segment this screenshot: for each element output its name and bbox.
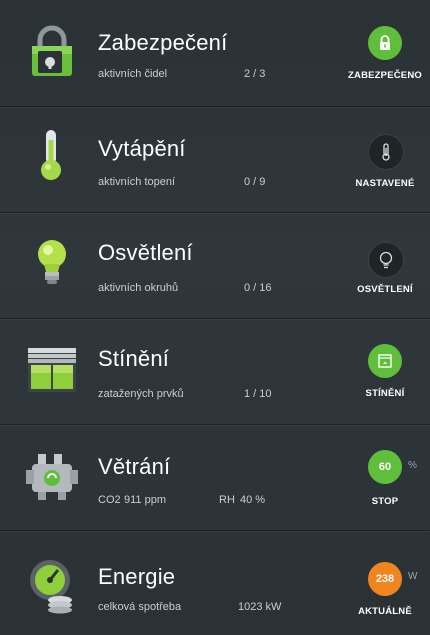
row-value: 0 / 9	[244, 176, 266, 188]
row-title: Zabezpečení	[98, 30, 228, 55]
state-label: AKTUÁLNĚ	[358, 606, 412, 617]
row-shading[interactable]: Stínění zatažených prvků 1 / 10 STÍNĚNÍ	[0, 318, 430, 425]
energy-current-button[interactable]: 238	[368, 562, 402, 596]
row-title: Vytápění	[98, 136, 186, 161]
energy-meter-icon	[30, 560, 72, 614]
window-icon	[378, 354, 392, 368]
thermometer-icon	[382, 143, 390, 161]
row-title: Osvětlení	[98, 240, 193, 265]
rh-label: RH	[219, 494, 235, 506]
row-subtitle: aktivních okruhů	[98, 282, 179, 294]
row-subtitle: aktivních topení	[98, 176, 176, 188]
row-subtitle: aktivních čidel	[98, 68, 168, 80]
ventilation-level-button[interactable]: 60	[368, 450, 402, 484]
row-value: 1023 kW	[238, 601, 282, 613]
lightbulb-icon	[38, 240, 66, 284]
co2-label: CO2	[98, 494, 121, 506]
thermometer-icon	[41, 130, 61, 180]
state-label: ZABEZPEČENO	[348, 70, 422, 81]
security-state-button[interactable]	[368, 26, 402, 60]
state-label: OSVĚTLENÍ	[357, 284, 413, 295]
rh-value: 40 %	[240, 494, 266, 506]
row-ventilation[interactable]: Větrání CO2 911 ppm RH 40 % 60 % STOP	[0, 424, 430, 531]
row-value: 2 / 3	[244, 68, 266, 80]
blinds-icon	[28, 348, 76, 392]
row-lighting[interactable]: Osvětlení aktivních okruhů 0 / 16 OSVĚTL…	[0, 212, 430, 319]
co2-value: 911 ppm	[124, 494, 166, 506]
energy-unit: W	[408, 571, 418, 582]
shading-state-button[interactable]	[368, 344, 402, 378]
row-title: Energie	[98, 564, 176, 589]
row-heating[interactable]: Vytápění aktivních topení 0 / 9 NASTAVEN…	[0, 106, 430, 213]
padlock-icon	[32, 25, 72, 76]
row-subtitle: celková spotřeba	[98, 601, 182, 613]
row-title: Větrání	[98, 454, 171, 479]
ventilation-unit: %	[408, 460, 417, 471]
row-value: 0 / 16	[244, 282, 272, 294]
state-label: NASTAVENÉ	[355, 178, 415, 189]
lightbulb-icon	[379, 251, 393, 269]
row-title: Stínění	[98, 346, 170, 371]
row-subtitle: zatažených prvků	[98, 388, 184, 400]
row-value: 1 / 10	[244, 388, 272, 400]
row-security[interactable]: Zabezpečení aktivních čidel 2 / 3 ZABEZP…	[0, 0, 430, 107]
stop-button[interactable]: STOP	[343, 496, 427, 507]
lock-icon	[380, 35, 390, 50]
heating-state-button[interactable]	[368, 134, 404, 170]
ventilation-icon	[26, 454, 78, 500]
lighting-state-button[interactable]	[368, 242, 404, 278]
row-energy[interactable]: Energie celková spotřeba 1023 kW 238 W A…	[0, 530, 430, 635]
dashboard-panel: Zabezpečení aktivních čidel 2 / 3 ZABEZP…	[0, 0, 430, 635]
state-label: STÍNĚNÍ	[365, 388, 405, 399]
